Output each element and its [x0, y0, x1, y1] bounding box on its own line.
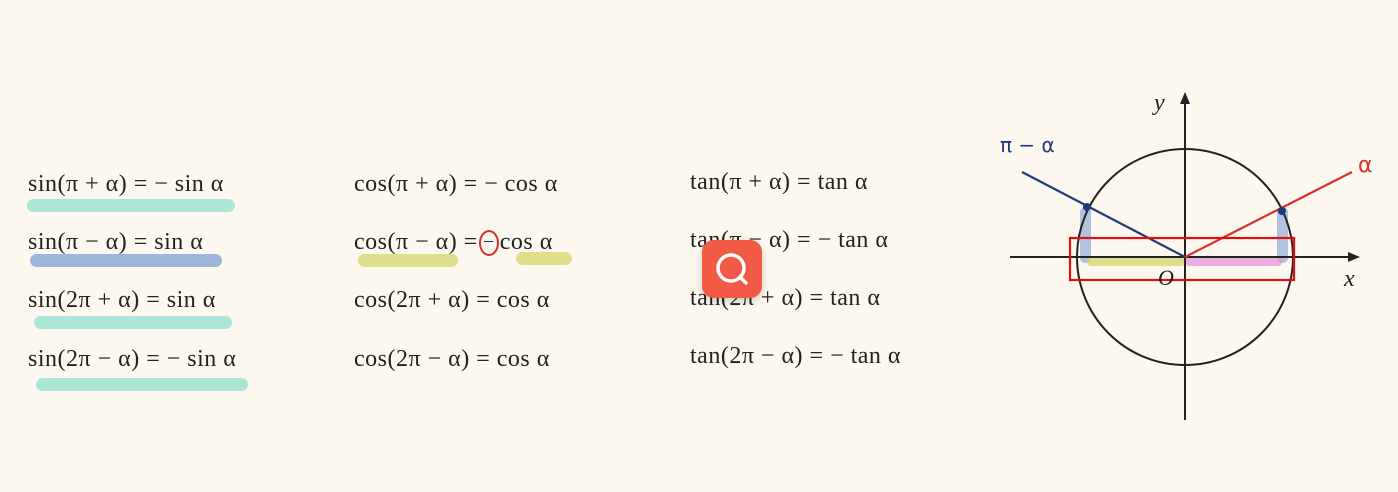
highlight-right-horizontal	[1185, 257, 1282, 266]
unit-circle-diagram: y x O π − α α	[1000, 90, 1373, 420]
search-button[interactable]	[702, 240, 762, 298]
formula-cos-row2-rhs: cos α	[499, 229, 553, 255]
formula-sin-row2: sin(π − α) = sin α	[28, 229, 204, 255]
formula-sin-row4: sin(2π − α) = − sin α	[28, 346, 237, 372]
formula-cos-row2: cos(π − α) = − cos α	[354, 229, 553, 257]
slide: sin(π + α) = − sin α sin(π − α) = sin α …	[0, 0, 1398, 492]
point-alpha	[1278, 207, 1286, 215]
y-axis-arrow	[1180, 92, 1190, 104]
highlight-right-vertical	[1277, 207, 1288, 263]
search-icon	[716, 253, 748, 285]
x-axis-label: x	[1343, 266, 1355, 292]
highlight-sin-row4	[36, 378, 248, 391]
y-axis-label: y	[1152, 90, 1165, 116]
formula-tan-row4: tan(2π − α) = − tan α	[690, 343, 901, 369]
circled-minus-sign: −	[478, 230, 499, 257]
formula-sin-row3: sin(2π + α) = sin α	[28, 287, 216, 313]
formula-sin-row1: sin(π + α) = − sin α	[28, 171, 224, 197]
highlight-sin-row3	[34, 316, 232, 329]
formula-cos-row1: cos(π + α) = − cos α	[354, 171, 558, 197]
point-pi-minus-alpha	[1083, 203, 1091, 211]
formula-cos-row3: cos(2π + α) = cos α	[354, 287, 550, 313]
formula-cos-row2-lhs: cos(π − α) =	[354, 229, 478, 255]
label-alpha: α	[1358, 153, 1373, 178]
terminal-side-alpha	[1184, 171, 1353, 258]
formula-tan-row1: tan(π + α) = tan α	[690, 169, 868, 195]
origin-label: O	[1158, 265, 1174, 290]
formula-cos-row4: cos(2π − α) = cos α	[354, 346, 550, 372]
highlight-sin-row1	[27, 199, 235, 212]
label-pi-minus-alpha: π − α	[1000, 133, 1055, 157]
x-axis-arrow	[1348, 252, 1360, 262]
